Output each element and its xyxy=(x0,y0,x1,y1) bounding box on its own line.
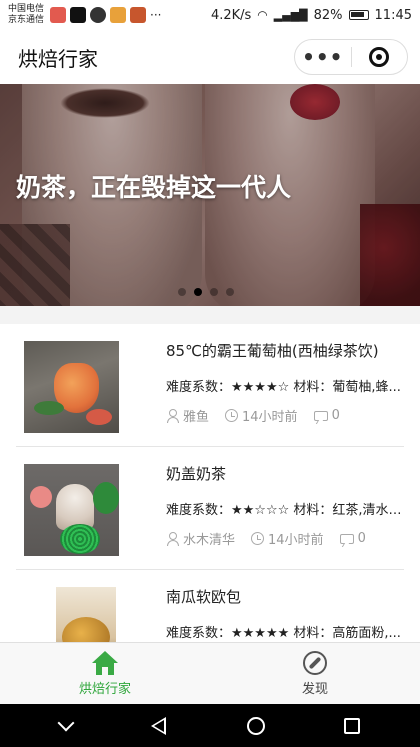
status-bar: 中国电信 京东通信 ··· 4.2K/s ◠ ▂▄▆█ 82% 11:45 xyxy=(0,0,420,30)
leaf-image xyxy=(34,401,64,415)
article-list: 85℃的霸王葡萄柚(西柚绿茶饮) 难度系数：★★★★☆ 材料：葡萄柚,蜂... … xyxy=(0,324,420,642)
article-thumbnail xyxy=(24,341,119,433)
carousel-dot[interactable] xyxy=(210,288,218,296)
article-meta: 难度系数：★★☆☆☆ 材料：红茶,清水,... xyxy=(166,503,404,518)
battery-percent: 82% xyxy=(313,7,343,23)
lace-doily-image xyxy=(60,524,100,554)
notification-app-icon xyxy=(50,7,67,23)
section-divider xyxy=(0,306,420,324)
app-icon xyxy=(130,7,147,23)
system-nav-bar xyxy=(0,704,420,747)
article-title[interactable]: 奶盖奶茶 xyxy=(166,463,226,484)
status-right: 4.2K/s ◠ ▂▄▆█ 82% 11:45 xyxy=(211,8,412,23)
article-author: 水木清华 xyxy=(183,533,236,548)
tab-home-label: 烘焙行家 xyxy=(78,681,131,697)
target-icon xyxy=(369,47,390,67)
tiktok-icon xyxy=(70,7,87,23)
article-stats: 水木清华 14小时前 0 xyxy=(166,529,366,548)
close-miniprogram-button[interactable] xyxy=(352,40,408,74)
home-button-icon[interactable] xyxy=(246,716,265,735)
list-item[interactable]: 奶盖奶茶 难度系数：★★☆☆☆ 材料：红茶,清水,... 水木清华 14小时前 … xyxy=(16,447,404,570)
article-author: 雅鱼 xyxy=(183,410,210,425)
tab-discover[interactable]: 发现 xyxy=(210,643,420,704)
carousel-dot[interactable] xyxy=(178,288,186,296)
bread-image xyxy=(62,617,110,642)
wifi-icon: ◠ xyxy=(257,8,268,22)
carrier-2: 京东通信 xyxy=(8,15,45,25)
collapse-chevron-icon[interactable] xyxy=(57,714,75,731)
article-comment-count: 0 xyxy=(357,531,366,546)
home-icon xyxy=(92,650,118,675)
weibo-icon xyxy=(110,7,127,23)
carousel-dot-active[interactable] xyxy=(194,288,202,296)
more-notifications: ··· xyxy=(150,8,162,22)
list-item[interactable]: 85℃的霸王葡萄柚(西柚绿茶饮) 难度系数：★★★★☆ 材料：葡萄柚,蜂... … xyxy=(16,324,404,447)
message-icon xyxy=(90,7,107,23)
article-meta: 难度系数：★★★★★ 材料：高筋面粉,... xyxy=(166,626,401,641)
compass-icon xyxy=(303,650,327,675)
more-button[interactable]: ••• xyxy=(295,40,351,74)
user-icon xyxy=(166,409,179,423)
carousel-indicators xyxy=(178,288,234,296)
rose-image xyxy=(30,486,52,508)
signal-icon: ▂▄▆█ xyxy=(273,8,308,22)
article-time: 14小时前 xyxy=(268,533,324,548)
notification-icons: ··· xyxy=(50,7,161,23)
list-item[interactable]: 南瓜软欧包 难度系数：★★★★★ 材料：高筋面粉,... xyxy=(16,570,404,642)
user-icon xyxy=(166,532,179,546)
article-thumbnail xyxy=(56,587,116,642)
nav-bar: 烘焙行家 ••• xyxy=(0,30,420,84)
back-icon[interactable] xyxy=(151,716,167,735)
article-title[interactable]: 85℃的霸王葡萄柚(西柚绿茶饮) xyxy=(166,340,379,361)
clock: 11:45 xyxy=(374,7,412,23)
comment-icon xyxy=(339,533,354,544)
clock-icon xyxy=(225,409,239,422)
article-comment-count: 0 xyxy=(331,408,340,423)
recent-apps-icon[interactable] xyxy=(344,717,361,734)
article-title[interactable]: 南瓜软欧包 xyxy=(166,586,241,607)
article-meta: 难度系数：★★★★☆ 材料：葡萄柚,蜂... xyxy=(166,380,401,395)
tab-home[interactable]: 烘焙行家 xyxy=(0,643,210,704)
article-thumbnail xyxy=(24,464,119,556)
more-dots-icon: ••• xyxy=(302,45,344,69)
article-time: 14小时前 xyxy=(242,410,298,425)
milk-tea-cup-image xyxy=(56,484,94,530)
tab-discover-label: 发现 xyxy=(301,681,328,697)
green-decoration-image xyxy=(93,482,119,514)
banner-carousel[interactable]: 奶茶，正在毁掉这一代人 xyxy=(0,84,420,306)
battery-icon xyxy=(348,10,369,20)
article-stats: 雅鱼 14小时前 0 xyxy=(166,406,340,425)
slice-image xyxy=(86,409,112,425)
clock-icon xyxy=(251,532,265,545)
network-speed: 4.2K/s xyxy=(210,7,252,23)
comment-icon xyxy=(313,410,328,421)
banner-title[interactable]: 奶茶，正在毁掉这一代人 xyxy=(16,168,291,204)
miniprogram-capsule: ••• xyxy=(294,39,408,75)
carousel-dot[interactable] xyxy=(226,288,234,296)
tab-bar: 烘焙行家 发现 xyxy=(0,642,420,704)
page-title: 烘焙行家 xyxy=(18,46,98,71)
carrier-1: 中国电信 xyxy=(8,4,45,14)
carrier-info: 中国电信 京东通信 xyxy=(8,4,44,26)
